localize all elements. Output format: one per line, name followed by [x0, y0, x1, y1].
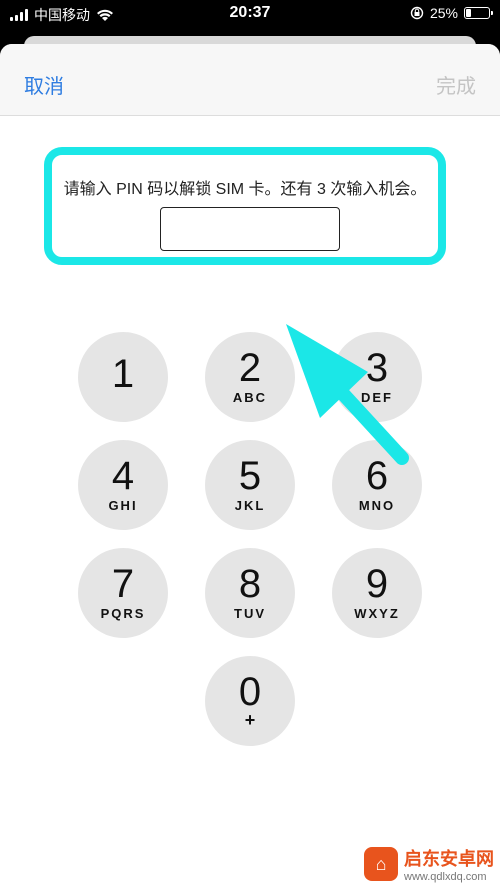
key-7[interactable]: 7 PQRS — [78, 548, 168, 638]
battery-icon — [464, 7, 493, 19]
key-letters: GHI — [108, 498, 138, 513]
pin-sheet: 取消 完成 请输入 PIN 码以解锁 SIM 卡。还有 3 次输入机会。 1 2… — [0, 44, 500, 889]
key-letters: PQRS — [100, 606, 146, 621]
key-digit: 6 — [365, 454, 389, 498]
watermark: ⌂ 启东安卓网 www.qdlxdq.com — [364, 845, 494, 883]
key-letters: WXYZ — [354, 606, 400, 621]
rotation-lock-icon — [410, 6, 424, 20]
key-digit: 4 — [111, 454, 135, 498]
status-bar: 中国移动 20:37 25% — [0, 0, 500, 28]
key-0[interactable]: 0 + — [205, 656, 295, 746]
status-left: 中国移动 — [10, 5, 114, 25]
watermark-url: www.qdlxdq.com — [404, 871, 487, 883]
keypad: 1 2 ABC 3 DEF 4 GHI 5 JKL 6 MNO 7 PQRS 8… — [0, 44, 500, 889]
key-6[interactable]: 6 MNO — [332, 440, 422, 530]
key-digit: 9 — [365, 562, 389, 606]
key-digit: 2 — [238, 346, 262, 390]
key-letters: MNO — [358, 498, 396, 513]
key-3[interactable]: 3 DEF — [332, 332, 422, 422]
wifi-icon — [97, 9, 113, 21]
key-letters: + — [244, 710, 256, 730]
key-digit: 7 — [111, 562, 135, 606]
key-digit: 5 — [238, 454, 262, 498]
key-2[interactable]: 2 ABC — [205, 332, 295, 422]
key-digit: 8 — [238, 562, 262, 606]
key-1[interactable]: 1 — [78, 332, 168, 422]
key-5[interactable]: 5 JKL — [205, 440, 295, 530]
key-letters: JKL — [234, 498, 266, 513]
key-digit: 0 — [238, 670, 262, 714]
key-9[interactable]: 9 WXYZ — [332, 548, 422, 638]
watermark-name: 启东安卓网 — [404, 849, 494, 870]
key-letters: DEF — [361, 390, 393, 405]
key-digit: 3 — [365, 346, 389, 390]
key-4[interactable]: 4 GHI — [78, 440, 168, 530]
watermark-logo-icon: ⌂ — [364, 847, 398, 881]
carrier-name: 中国移动 — [34, 7, 90, 23]
key-8[interactable]: 8 TUV — [205, 548, 295, 638]
battery-percent: 25% — [429, 5, 458, 21]
key-letters: TUV — [234, 606, 266, 621]
battery-fill — [466, 9, 472, 17]
key-letters: ABC — [232, 390, 268, 405]
status-right: 25% — [410, 5, 493, 21]
key-digit: 1 — [111, 352, 135, 396]
signal-icon — [10, 9, 28, 21]
